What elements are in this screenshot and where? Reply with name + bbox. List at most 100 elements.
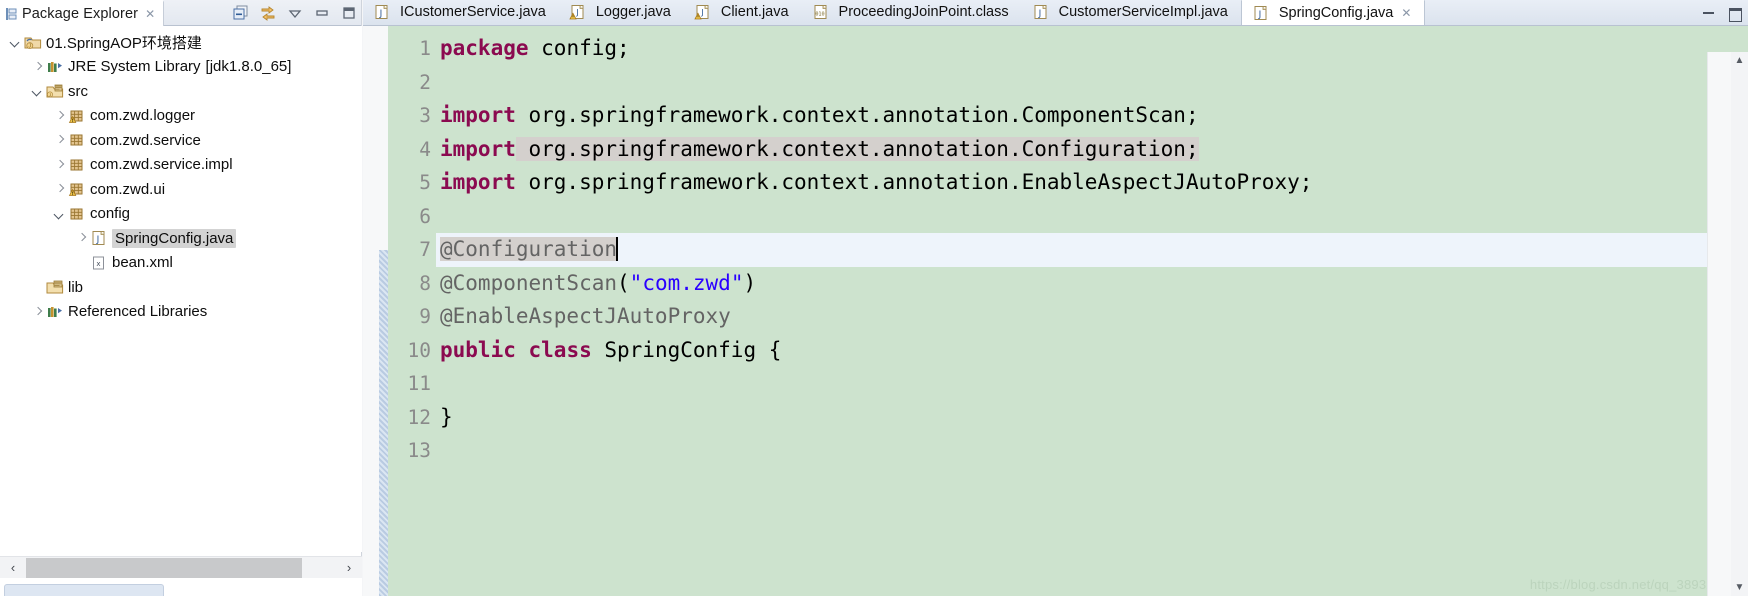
code-token: org.springframework.context.annotation.C…: [515, 103, 1199, 127]
code-token: public: [440, 337, 516, 362]
code-line[interactable]: import org.springframework.context.annot…: [436, 133, 1748, 167]
code-line[interactable]: [436, 434, 1748, 468]
chevron-down-icon[interactable]: [30, 83, 46, 99]
overview-ruler[interactable]: [1707, 52, 1731, 596]
tree-item[interactable]: config: [0, 202, 362, 227]
folding-ruler[interactable]: [379, 26, 388, 596]
code-token: class: [528, 337, 592, 362]
scrollbar-track[interactable]: [26, 556, 336, 579]
tree-item[interactable]: com.zwd.ui: [0, 177, 362, 202]
chevron-right-icon[interactable]: [74, 230, 90, 246]
tree-item[interactable]: J 01.SpringAOP环境搭建: [0, 30, 362, 55]
maximize-icon[interactable]: [1728, 6, 1742, 22]
code-line[interactable]: [436, 66, 1748, 100]
close-icon[interactable]: ✕: [1401, 7, 1411, 19]
editor-tab[interactable]: J CustomerServiceImpl.java: [1022, 0, 1241, 25]
chevron-right-icon[interactable]: [52, 132, 68, 148]
tree-item[interactable]: J SpringConfig.java: [0, 226, 362, 251]
library-icon: [46, 59, 64, 75]
folding-region-bar[interactable]: [379, 250, 388, 596]
view-menu-icon[interactable]: [287, 5, 303, 21]
editor-tab[interactable]: J SpringConfig.java ✕: [1240, 0, 1426, 25]
code-line[interactable]: @Configuration: [436, 233, 1748, 267]
editor-tab[interactable]: 010 ProceedingJoinPoint.class: [802, 0, 1022, 25]
line-number: 11: [407, 372, 431, 395]
tree-item-label: config: [90, 205, 131, 223]
close-icon[interactable]: ✕: [145, 8, 155, 20]
marker-ruler[interactable]: [363, 26, 379, 596]
editor-window-buttons: [1702, 0, 1742, 26]
bottom-view-tab-stub[interactable]: [4, 584, 164, 596]
tree-item[interactable]: com.zwd.service: [0, 128, 362, 153]
scroll-down-icon[interactable]: ▼: [1731, 579, 1748, 596]
svg-text:J: J: [379, 9, 383, 19]
editor-tab[interactable]: J Client.java: [684, 0, 802, 25]
library-icon: [46, 304, 64, 320]
chevron-right-icon[interactable]: [30, 304, 46, 320]
minimize-icon[interactable]: [314, 5, 330, 21]
code-token: config;: [528, 36, 630, 60]
tree-item[interactable]: com.zwd.logger: [0, 104, 362, 129]
svg-text:J: J: [700, 8, 703, 17]
chevron-down-icon[interactable]: [52, 206, 68, 222]
scroll-up-icon[interactable]: ▲: [1731, 52, 1748, 69]
code-line[interactable]: public class SpringConfig {: [436, 334, 1748, 368]
tree-item[interactable]: Referenced Libraries: [0, 300, 362, 325]
tree-item[interactable]: lib: [0, 275, 362, 300]
code-text-area[interactable]: package config; import org.springframewor…: [436, 26, 1748, 596]
text-cursor: [616, 237, 619, 261]
line-number: 1: [419, 37, 431, 60]
watermark-text: https://blog.csdn.net/qq_38932729: [1529, 577, 1736, 592]
scroll-left-icon[interactable]: ‹: [0, 556, 26, 579]
code-editor[interactable]: 1 2 3 4 5 6 7 8 9 10 11 12 13 package config; import …: [363, 26, 1748, 596]
code-line[interactable]: package config;: [436, 32, 1748, 66]
code-line[interactable]: @EnableAspectJAutoProxy: [436, 300, 1748, 334]
code-line[interactable]: }: [436, 401, 1748, 435]
explorer-horizontal-scrollbar[interactable]: ‹ ›: [0, 556, 362, 579]
line-number: 4: [419, 137, 431, 161]
code-line[interactable]: [436, 367, 1748, 401]
code-line[interactable]: [436, 200, 1748, 234]
project-tree[interactable]: J 01.SpringAOP环境搭建 JRE System Library [jdk…: [0, 26, 362, 552]
tree-item-label: 01.SpringAOP环境搭建: [46, 34, 202, 52]
tree-item[interactable]: x bean.xml: [0, 251, 362, 276]
collapse-all-icon[interactable]: [233, 5, 249, 21]
editor-tab[interactable]: J Logger.java: [559, 0, 684, 25]
code-token: import: [440, 170, 516, 194]
line-number: 8: [419, 271, 431, 295]
java-interface-icon: J: [373, 4, 391, 20]
line-number: 13: [407, 439, 431, 462]
line-number: 5: [419, 171, 431, 194]
tree-item-label: src: [68, 82, 88, 100]
chevron-right-icon[interactable]: [52, 181, 68, 197]
package-explorer-tabbar: Package Explorer ✕: [0, 0, 361, 26]
scrollbar-thumb[interactable]: [26, 557, 302, 578]
tree-item[interactable]: JRE System Library [jdk1.8.0_65]: [0, 55, 362, 80]
code-line[interactable]: import org.springframework.context.annot…: [436, 166, 1748, 200]
java-class-icon: J: [1252, 5, 1270, 21]
package-explorer-tab[interactable]: Package Explorer ✕: [0, 0, 165, 26]
folding-top-area: [379, 26, 388, 250]
minimize-icon[interactable]: [1702, 6, 1716, 20]
scroll-right-icon[interactable]: ›: [336, 556, 362, 579]
chevron-down-icon[interactable]: [8, 34, 24, 50]
maximize-icon[interactable]: [341, 5, 357, 21]
svg-text:J: J: [49, 93, 51, 98]
tree-item[interactable]: com.zwd.service.impl: [0, 153, 362, 178]
link-with-editor-icon[interactable]: [260, 5, 276, 21]
tree-item-label: SpringConfig.java: [112, 228, 237, 248]
code-token: @Configuration: [440, 237, 618, 261]
editor-vertical-scrollbar[interactable]: ▲ ▼: [1731, 52, 1748, 596]
code-token: @EnableAspectJAutoProxy: [440, 304, 731, 328]
chevron-right-icon[interactable]: [30, 59, 46, 75]
editor-tab-label: Client.java: [720, 4, 789, 20]
code-token: (: [617, 270, 630, 295]
code-line[interactable]: @ComponentScan("com.zwd"): [436, 267, 1748, 301]
tree-item[interactable]: Jsrc: [0, 79, 362, 104]
chevron-right-icon[interactable]: [52, 108, 68, 124]
editor-tab[interactable]: J ICustomerService.java: [363, 0, 559, 25]
code-line[interactable]: import org.springframework.context.annot…: [436, 99, 1748, 133]
chevron-right-icon[interactable]: [52, 157, 68, 173]
